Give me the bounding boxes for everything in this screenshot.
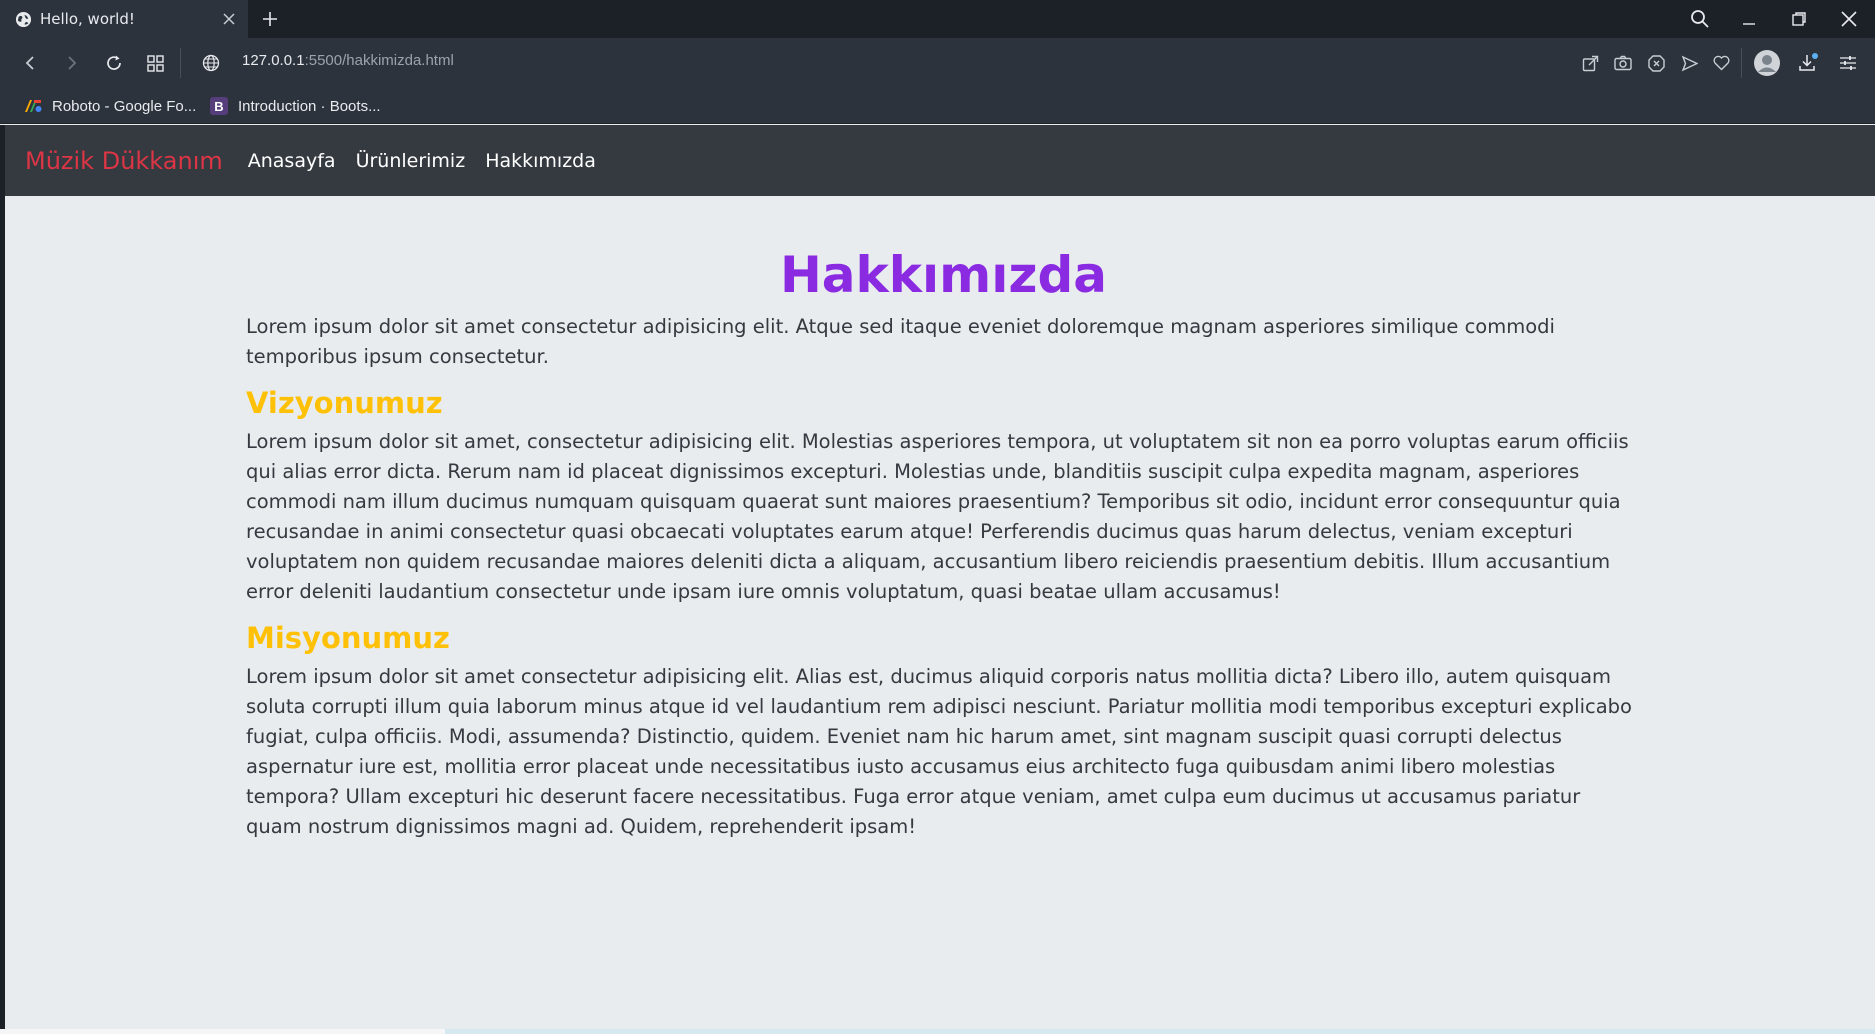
share-icon[interactable] <box>1577 50 1603 76</box>
active-tab[interactable]: Hello, world! <box>0 0 248 38</box>
bookmark-bootstrap[interactable]: B Introduction · Boots... <box>210 94 381 118</box>
new-tab-button[interactable] <box>258 7 282 31</box>
profile-avatar-icon[interactable] <box>1752 48 1782 78</box>
url-path: :5500/hakkimizda.html <box>304 52 454 69</box>
page-viewport: Müzik Dükkanım Anasayfa Ürünlerimiz Hakk… <box>5 125 1875 1029</box>
bookmark-label: Roboto - Google Fo... <box>52 97 197 115</box>
search-tabs-icon[interactable] <box>1678 0 1722 38</box>
toolbar-divider <box>180 48 181 78</box>
bootstrap-glyph: B <box>214 99 223 114</box>
settings-sliders-icon[interactable] <box>1835 50 1861 76</box>
send-icon[interactable] <box>1676 50 1702 76</box>
bootstrap-icon: B <box>210 97 228 115</box>
browser-toolbar: 127.0.0.1:5500/hakkimizda.html <box>0 38 1875 88</box>
tab-title: Hello, world! <box>40 10 135 28</box>
forward-icon[interactable] <box>58 50 84 76</box>
bookmark-google-fonts[interactable]: Roboto - Google Fo... <box>24 94 196 118</box>
page-title: Hakkımızda <box>779 246 1108 304</box>
minimize-icon[interactable] <box>1727 0 1771 38</box>
close-tab-icon[interactable] <box>218 8 240 30</box>
restore-icon[interactable] <box>1777 0 1821 38</box>
scrollbar-thumb[interactable] <box>0 1029 445 1034</box>
close-window-icon[interactable] <box>1827 0 1871 38</box>
intro-paragraph: Lorem ipsum dolor sit amet consectetur a… <box>246 315 1555 368</box>
camera-icon[interactable] <box>1610 50 1636 76</box>
tab-strip: Hello, world! <box>0 0 1875 38</box>
toolbar-divider <box>1741 48 1742 78</box>
vision-heading: Vizyonumuz <box>246 386 443 420</box>
about-content: Hakkımızda Lorem ipsum dolor sit amet co… <box>246 250 1641 842</box>
address-bar[interactable]: 127.0.0.1:5500/hakkimizda.html <box>242 52 454 69</box>
mission-heading: Misyonumuz <box>246 620 450 655</box>
navbar-brand[interactable]: Müzik Dükkanım <box>25 147 223 175</box>
reload-icon[interactable] <box>101 50 127 76</box>
bookmarks-bar: Roboto - Google Fo... B Introduction · B… <box>0 88 1875 124</box>
bookmark-label: Introduction · Boots... <box>238 97 381 115</box>
tiles-icon[interactable] <box>142 50 168 76</box>
nav-link-anasayfa[interactable]: Anasayfa <box>248 150 336 172</box>
nav-link-hakkimizda[interactable]: Hakkımızda <box>485 150 596 172</box>
globe-icon <box>14 10 32 28</box>
back-icon[interactable] <box>18 50 44 76</box>
url-host: 127.0.0.1 <box>242 52 305 69</box>
adblock-icon[interactable] <box>1643 50 1669 76</box>
download-icon[interactable] <box>1795 50 1821 76</box>
google-fonts-icon <box>24 97 42 115</box>
horizontal-scrollbar[interactable] <box>0 1029 1875 1034</box>
vision-paragraph: Lorem ipsum dolor sit amet, consectetur … <box>246 429 1629 603</box>
heart-icon[interactable] <box>1708 50 1734 76</box>
navbar-links: Anasayfa Ürünlerimiz Hakkımızda <box>248 150 616 172</box>
site-navbar: Müzik Dükkanım Anasayfa Ürünlerimiz Hakk… <box>5 125 1875 196</box>
site-info-icon[interactable] <box>198 50 224 76</box>
mission-paragraph: Lorem ipsum dolor sit amet consectetur a… <box>246 664 1632 838</box>
nav-link-urunlerimiz[interactable]: Ürünlerimiz <box>356 150 466 172</box>
